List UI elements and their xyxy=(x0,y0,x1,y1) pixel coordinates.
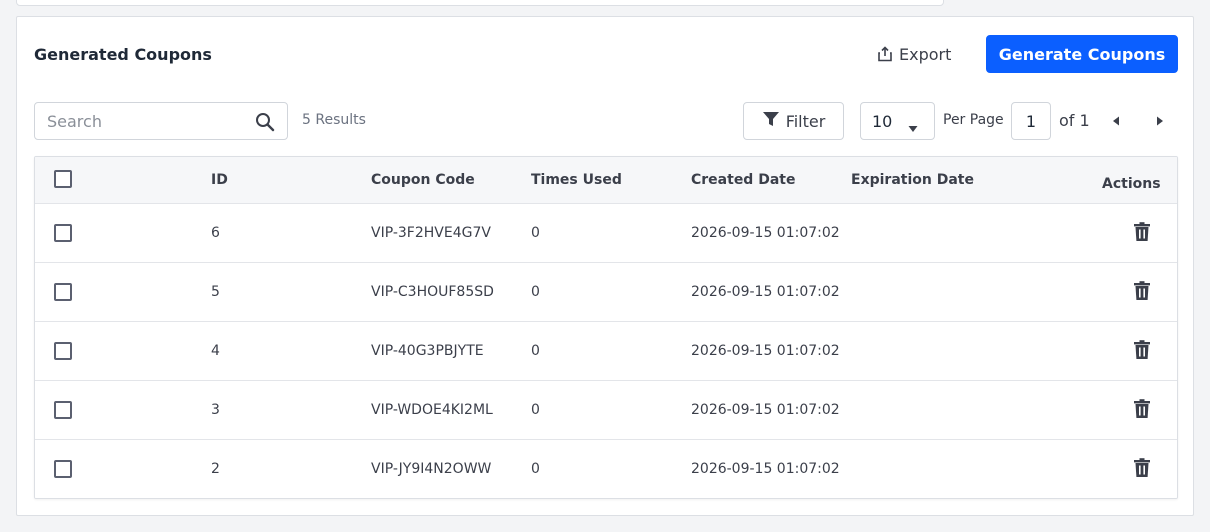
trash-icon[interactable] xyxy=(1133,340,1151,364)
row-checkbox[interactable] xyxy=(54,460,72,478)
table-row: 5 VIP-C3HOUF85SD 0 2026-09-15 01:07:02 xyxy=(35,263,1177,322)
export-label: Export xyxy=(899,44,952,64)
column-header-created-date[interactable]: Created Date xyxy=(691,172,795,188)
row-checkbox[interactable] xyxy=(54,283,72,301)
row-coupon-code: VIP-3F2HVE4G7V xyxy=(371,225,491,241)
page-number-input[interactable] xyxy=(1011,102,1051,140)
trash-icon[interactable] xyxy=(1133,281,1151,305)
coupons-table: ID Coupon Code Times Used Created Date E… xyxy=(34,156,1178,499)
per-page-value: 10 xyxy=(872,111,893,131)
filter-label: Filter xyxy=(785,111,826,131)
caret-down-icon xyxy=(908,118,918,137)
row-times-used: 0 xyxy=(531,225,540,241)
caret-right-icon xyxy=(1151,116,1167,135)
column-header-coupon-code[interactable]: Coupon Code xyxy=(371,172,475,188)
row-created-date: 2026-09-15 01:07:02 xyxy=(691,402,840,418)
page-total-label: of 1 xyxy=(1059,111,1090,130)
trash-icon[interactable] xyxy=(1133,399,1151,423)
row-coupon-code: VIP-WDOE4KI2ML xyxy=(371,402,493,418)
per-page-select[interactable]: 10 xyxy=(860,102,935,140)
table-header: ID Coupon Code Times Used Created Date E… xyxy=(35,157,1177,204)
trash-icon[interactable] xyxy=(1133,458,1151,482)
next-page-button[interactable] xyxy=(1151,111,1167,131)
table-row: 3 VIP-WDOE4KI2ML 0 2026-09-15 01:07:02 xyxy=(35,381,1177,440)
select-all-checkbox[interactable] xyxy=(54,170,72,188)
export-button[interactable]: Export xyxy=(877,43,951,65)
export-icon xyxy=(877,46,893,62)
row-times-used: 0 xyxy=(531,461,540,477)
row-times-used: 0 xyxy=(531,402,540,418)
row-times-used: 0 xyxy=(531,284,540,300)
search-field[interactable] xyxy=(34,102,288,140)
column-header-actions: Actions xyxy=(1102,176,1161,192)
row-coupon-code: VIP-JY9I4N2OWW xyxy=(371,461,492,477)
column-header-id[interactable]: ID xyxy=(211,172,228,188)
caret-left-icon xyxy=(1109,116,1125,135)
column-header-expiration-date[interactable]: Expiration Date xyxy=(851,172,974,188)
row-id: 5 xyxy=(211,284,220,300)
row-checkbox[interactable] xyxy=(54,401,72,419)
search-input[interactable] xyxy=(47,111,247,131)
row-checkbox[interactable] xyxy=(54,224,72,242)
table-row: 6 VIP-3F2HVE4G7V 0 2026-09-15 01:07:02 xyxy=(35,204,1177,263)
row-coupon-code: VIP-40G3PBJYTE xyxy=(371,343,484,359)
card-title: Generated Coupons xyxy=(34,45,212,64)
row-id: 3 xyxy=(211,402,220,418)
column-header-times-used[interactable]: Times Used xyxy=(531,172,622,188)
filter-icon xyxy=(762,110,780,132)
row-coupon-code: VIP-C3HOUF85SD xyxy=(371,284,494,300)
table-row: 2 VIP-JY9I4N2OWW 0 2026-09-15 01:07:02 xyxy=(35,440,1177,498)
coupons-card: Generated Coupons Export Generate Coupon… xyxy=(16,16,1194,516)
generate-coupons-button[interactable]: Generate Coupons xyxy=(986,35,1178,73)
table-row: 4 VIP-40G3PBJYTE 0 2026-09-15 01:07:02 xyxy=(35,322,1177,381)
row-id: 4 xyxy=(211,343,220,359)
row-checkbox[interactable] xyxy=(54,342,72,360)
row-created-date: 2026-09-15 01:07:02 xyxy=(691,461,840,477)
row-times-used: 0 xyxy=(531,343,540,359)
row-created-date: 2026-09-15 01:07:02 xyxy=(691,225,840,241)
trash-icon[interactable] xyxy=(1133,222,1151,246)
search-icon[interactable] xyxy=(255,112,275,136)
previous-card xyxy=(16,0,944,6)
row-id: 6 xyxy=(211,225,220,241)
filter-button[interactable]: Filter xyxy=(743,102,844,140)
results-count: 5 Results xyxy=(302,112,366,128)
row-created-date: 2026-09-15 01:07:02 xyxy=(691,343,840,359)
row-id: 2 xyxy=(211,461,220,477)
previous-page-button[interactable] xyxy=(1109,111,1125,131)
row-created-date: 2026-09-15 01:07:02 xyxy=(691,284,840,300)
per-page-label: Per Page xyxy=(943,112,1004,128)
